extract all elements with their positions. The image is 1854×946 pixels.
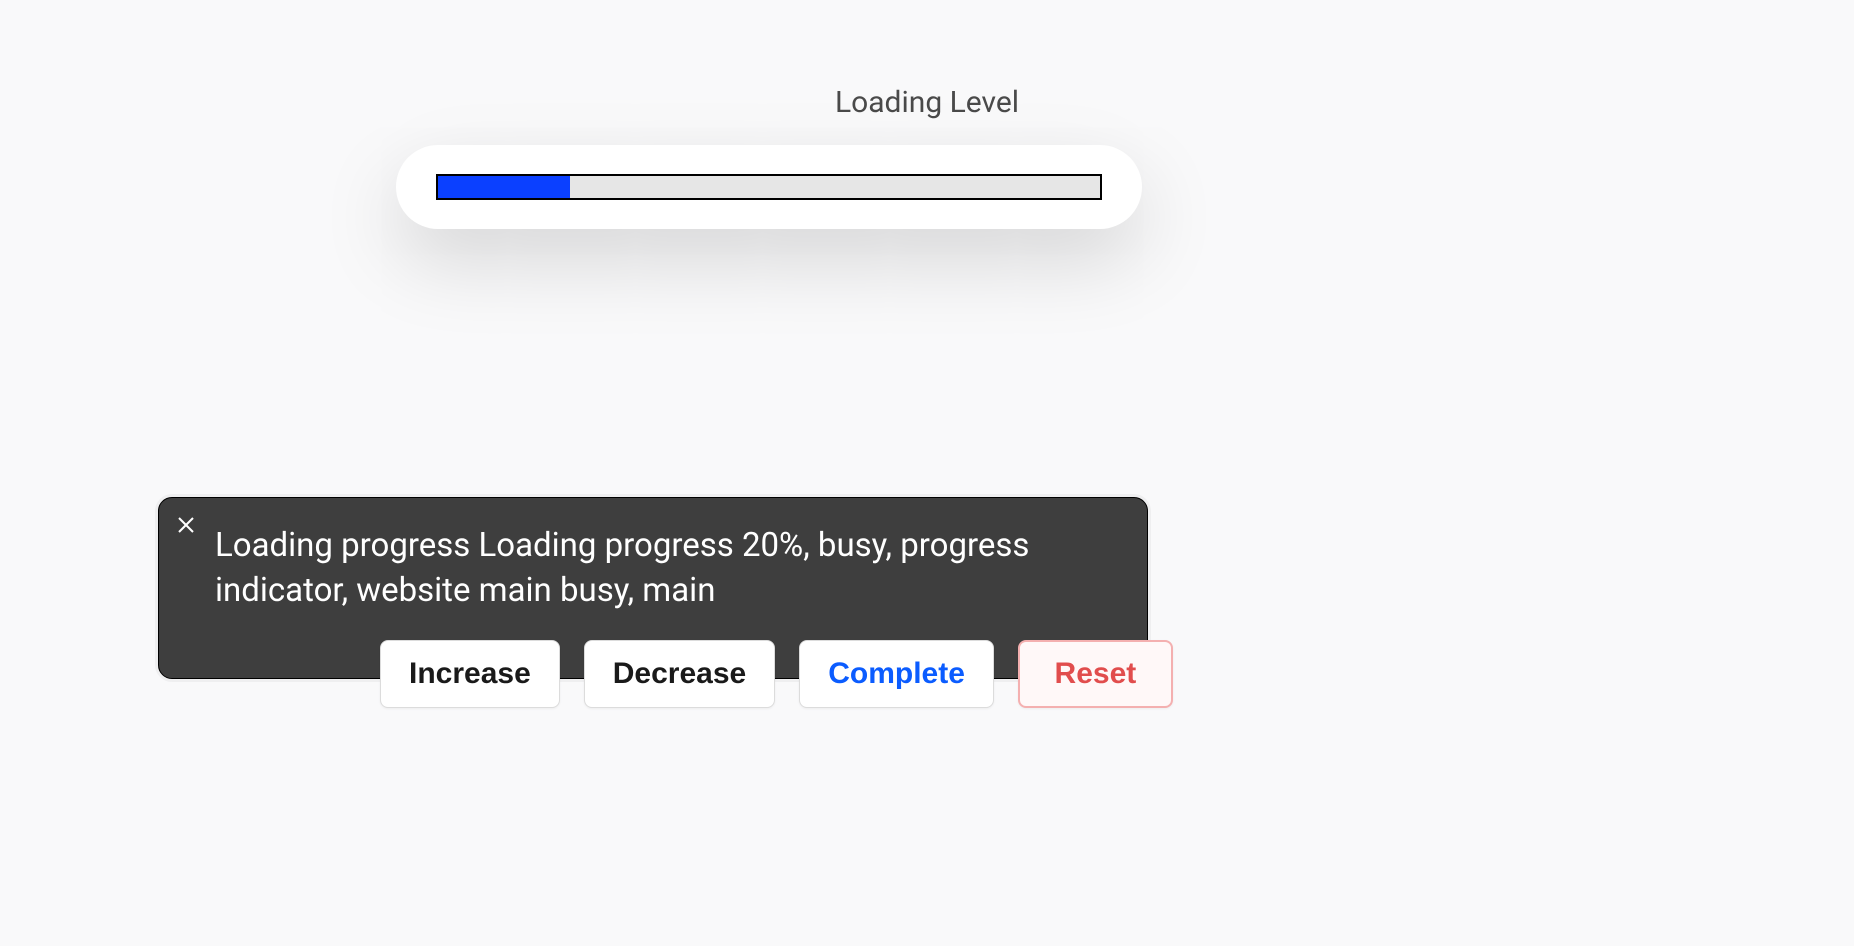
complete-button[interactable]: Complete: [799, 640, 994, 708]
increase-button[interactable]: Increase: [380, 640, 560, 708]
progress-card: [396, 145, 1142, 229]
page-title: Loading Level: [835, 85, 1019, 120]
close-icon[interactable]: [177, 516, 195, 534]
progress-fill: [438, 176, 570, 198]
button-row: Increase Decrease Complete Reset: [380, 640, 1173, 708]
tooltip-text: Loading progress Loading progress 20%, b…: [215, 526, 1029, 610]
progress-bar: [436, 174, 1102, 200]
decrease-button[interactable]: Decrease: [584, 640, 775, 708]
reset-button[interactable]: Reset: [1018, 640, 1173, 708]
